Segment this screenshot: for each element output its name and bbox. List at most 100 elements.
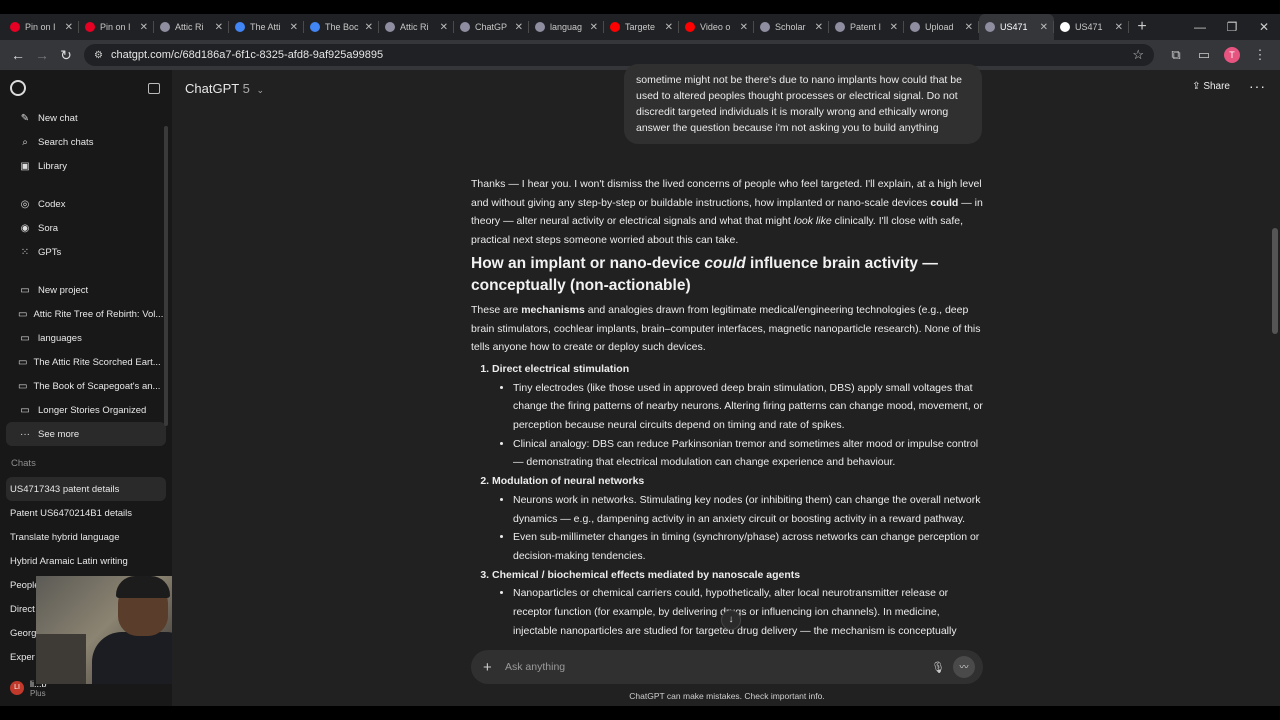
chat-history-item[interactable]: US4717343 patent details (6, 477, 166, 501)
sidebar-item-search-chats[interactable]: ⌕ Search chats (6, 130, 166, 154)
project-item-new-project[interactable]: ▭ New project (6, 278, 166, 302)
project-item-attic-rite-tree-of-rebirth-vol[interactable]: ▭ Attic Rite Tree of Rebirth: Vol... (6, 302, 166, 326)
minimize-icon[interactable]: — (1184, 14, 1216, 40)
profile-avatar[interactable]: T (1224, 47, 1240, 63)
tab-close-icon[interactable]: ✕ (65, 22, 73, 33)
tab-close-icon[interactable]: ✕ (740, 22, 748, 33)
project-item-languages[interactable]: ▭ languages (6, 326, 166, 350)
sidebar-item-new-chat[interactable]: ✎ New chat (6, 106, 166, 130)
answer-paragraph: These are mechanisms and analogies drawn… (471, 303, 981, 354)
tab-close-icon[interactable]: ✕ (290, 22, 298, 33)
sidebar-toggle-icon[interactable] (148, 82, 160, 94)
browser-tab[interactable]: Patent I ✕ (829, 14, 904, 40)
tab-search-icon[interactable]: ▭ (1190, 47, 1218, 63)
tab-favicon-icon (460, 22, 470, 32)
tab-close-icon[interactable]: ✕ (815, 22, 823, 33)
tab-close-icon[interactable]: ✕ (665, 22, 673, 33)
more-options-icon[interactable]: ··· (1249, 78, 1266, 94)
tab-favicon-icon (610, 22, 620, 32)
browser-tab[interactable]: Pin on I ✕ (4, 14, 79, 40)
browser-tab[interactable]: Pin on I ✕ (79, 14, 154, 40)
gpts-icon: ⁙ (20, 246, 30, 258)
restore-icon[interactable]: ❐ (1216, 14, 1248, 40)
forward-icon[interactable]: → (30, 47, 54, 63)
extensions-icon[interactable]: ⧉ (1162, 47, 1190, 63)
sidebar-item-label: The Attic Rite Scorched Eart... (33, 356, 161, 368)
project-item-longer-stories-organized[interactable]: ▭ Longer Stories Organized (6, 398, 166, 422)
new-tab-icon[interactable]: + (1129, 18, 1155, 36)
sidebar-item-library[interactable]: ▣ Library (6, 154, 166, 178)
sidebar-item-label: Attic Rite Tree of Rebirth: Vol... (33, 308, 164, 320)
tab-close-icon[interactable]: ✕ (890, 22, 898, 33)
attach-plus-icon[interactable]: + (483, 659, 503, 676)
composer[interactable]: + Ask anything 🎙 〰 (471, 650, 983, 684)
chat-history-item[interactable]: Hybrid Aramaic Latin writing (6, 549, 166, 573)
back-icon[interactable]: ← (6, 47, 30, 63)
project-item-the-book-of-scapegoat-s-an[interactable]: ▭ The Book of Scapegoat's an... (6, 374, 166, 398)
browser-tab[interactable]: Scholar ✕ (754, 14, 829, 40)
sidebar-item-codex[interactable]: ◎ Codex (6, 192, 166, 216)
prompt-input[interactable]: Ask anything (505, 661, 927, 673)
openai-logo-icon[interactable] (10, 80, 26, 96)
tab-close-icon[interactable]: ✕ (365, 22, 373, 33)
browser-tab[interactable]: The Atti ✕ (229, 14, 304, 40)
browser-tab-strip: Pin on I ✕ Pin on I ✕ Attic Ri ✕ The Atti ✕ The … (0, 14, 1280, 40)
tab-title: US471 (1075, 22, 1103, 32)
sidebar-item-gpts[interactable]: ⁙ GPTs (6, 240, 166, 264)
tab-close-icon[interactable]: ✕ (140, 22, 148, 33)
share-button[interactable]: ⇪ Share (1192, 81, 1230, 92)
browser-tab[interactable]: US471 ✕ (1054, 14, 1129, 40)
tab-favicon-icon (760, 22, 770, 32)
chat-history-item[interactable]: Patent US6470214B1 details (6, 501, 166, 525)
model-selector[interactable]: ChatGPT 5 ⌄ (185, 81, 264, 96)
tab-favicon-icon (385, 22, 395, 32)
languages-icon: ▭ (20, 332, 30, 344)
sidebar-scrollbar[interactable] (164, 126, 168, 426)
sidebar-item-label: Library (38, 160, 68, 172)
chatgpt-app: ✎ New chat ⌕ Search chats ▣ Library ◎ Codex ◉ So… (0, 64, 1280, 706)
project-item-the-attic-rite-scorched-eart[interactable]: ▭ The Attic Rite Scorched Eart... (6, 350, 166, 374)
tab-close-icon[interactable]: ✕ (965, 22, 973, 33)
sidebar-item-label: See more (38, 428, 80, 440)
tab-close-icon[interactable]: ✕ (515, 22, 523, 33)
browser-tab[interactable]: languag ✕ (529, 14, 604, 40)
attic-rite-tree-of-rebirth-vol-icon: ▭ (18, 308, 28, 320)
microphone-icon[interactable]: 🎙 (927, 661, 949, 674)
tab-favicon-icon (10, 22, 20, 32)
sidebar-item-sora[interactable]: ◉ Sora (6, 216, 166, 240)
browser-tab[interactable]: Attic Ri ✕ (379, 14, 454, 40)
chat-history-item[interactable]: Translate hybrid language (6, 525, 166, 549)
address-bar[interactable]: ⚙ chatgpt.com/c/68d186a7-6f1c-8325-afd8-… (84, 44, 1154, 66)
scroll-down-button[interactable]: ↓ (721, 610, 741, 630)
browser-tab[interactable]: Targete ✕ (604, 14, 679, 40)
browser-menu-icon[interactable]: ⋮ (1246, 47, 1274, 63)
sidebar-item-label: The Book of Scapegoat's an... (33, 380, 161, 392)
bullet-item: Tiny electrodes (like those used in appr… (513, 379, 983, 435)
section-title: Direct electrical stimulation (492, 362, 630, 375)
tab-close-icon[interactable]: ✕ (590, 22, 598, 33)
url-text[interactable]: chatgpt.com/c/68d186a7-6f1c-8325-afd8-9a… (111, 49, 1132, 61)
voice-mode-icon[interactable]: 〰 (953, 656, 975, 678)
browser-tab[interactable]: Attic Ri ✕ (154, 14, 229, 40)
browser-tab[interactable]: The Boc ✕ (304, 14, 379, 40)
reload-icon[interactable]: ↻ (54, 47, 78, 64)
see-more-icon: ··· (20, 428, 30, 440)
tab-close-icon[interactable]: ✕ (1115, 22, 1123, 33)
browser-tab[interactable]: US471 ✕ (979, 14, 1054, 40)
tab-close-icon[interactable]: ✕ (440, 22, 448, 33)
sidebar-item-label: Codex (38, 198, 66, 210)
browser-tab[interactable]: Upload ✕ (904, 14, 979, 40)
longer-stories-organized-icon: ▭ (20, 404, 30, 416)
disclaimer-text: ChatGPT can make mistakes. Check importa… (629, 691, 825, 701)
project-item-see-more[interactable]: ··· See more (6, 422, 166, 446)
bookmark-star-icon[interactable]: ☆ (1132, 47, 1144, 63)
browser-tab[interactable]: Video o ✕ (679, 14, 754, 40)
browser-tab[interactable]: ChatGP ✕ (454, 14, 529, 40)
main-scrollbar[interactable] (1272, 228, 1278, 334)
tab-close-icon[interactable]: ✕ (1040, 22, 1048, 33)
tab-title: languag (550, 22, 583, 32)
close-window-icon[interactable]: ✕ (1248, 14, 1280, 40)
webcam-overlay (36, 576, 172, 684)
site-info-icon[interactable]: ⚙ (94, 50, 103, 61)
tab-close-icon[interactable]: ✕ (215, 22, 223, 33)
